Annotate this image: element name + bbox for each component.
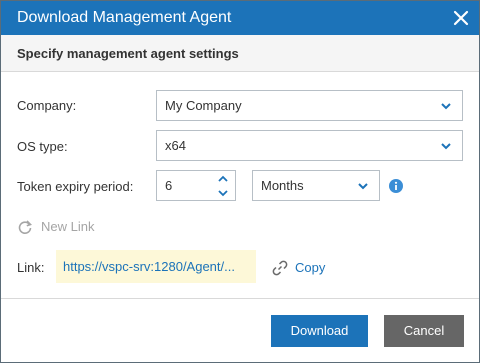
dialog-subtitle: Specify management agent settings — [17, 46, 239, 61]
os-type-label: OS type: — [17, 139, 68, 154]
spinner-up-icon[interactable] — [217, 175, 229, 183]
os-type-value: x64 — [165, 138, 186, 153]
chevron-down-icon — [441, 143, 451, 150]
token-expiry-stepper[interactable]: 6 — [156, 170, 236, 201]
token-unit-select[interactable]: Months — [252, 170, 380, 201]
company-select[interactable]: My Company — [156, 90, 463, 121]
copy-label: Copy — [295, 260, 326, 275]
dialog-titlebar: Download Management Agent — [1, 1, 479, 35]
company-value: My Company — [165, 98, 242, 113]
link-label: Link: — [17, 260, 45, 275]
link-box: https://vspc-srv:1280/Agent/... — [56, 250, 256, 283]
new-link-label: New Link — [41, 219, 95, 234]
download-agent-dialog: Download Management Agent Specify manage… — [0, 0, 480, 363]
refresh-icon — [18, 220, 32, 234]
info-icon[interactable] — [389, 179, 403, 193]
agent-link[interactable]: https://vspc-srv:1280/Agent/... — [63, 259, 235, 274]
token-expiry-value: 6 — [165, 178, 173, 193]
company-label: Company: — [17, 98, 77, 113]
cancel-button[interactable]: Cancel — [384, 315, 464, 347]
token-unit-value: Months — [261, 178, 304, 193]
close-icon — [453, 10, 469, 26]
os-type-select[interactable]: x64 — [156, 130, 463, 161]
chevron-down-icon — [358, 183, 368, 190]
close-button[interactable] — [451, 8, 471, 28]
dialog-subheader: Specify management agent settings — [1, 35, 479, 72]
spinner-down-icon[interactable] — [217, 189, 229, 197]
link-icon — [272, 260, 288, 276]
download-button[interactable]: Download — [271, 315, 368, 347]
chevron-down-icon — [441, 103, 451, 110]
dialog-title: Download Management Agent — [17, 9, 232, 26]
token-expiry-label: Token expiry period: — [17, 179, 134, 194]
footer-divider — [1, 298, 479, 299]
